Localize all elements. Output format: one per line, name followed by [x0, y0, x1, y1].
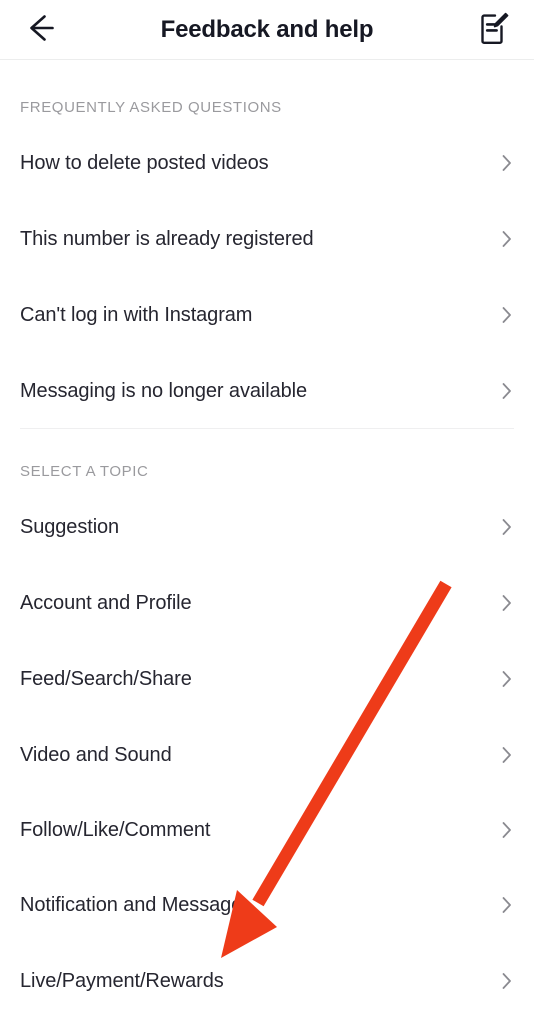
app-header: Feedback and help	[0, 0, 534, 60]
list-item-label: Messaging is no longer available	[20, 380, 307, 402]
compose-form-icon	[478, 11, 510, 50]
list-item-label: Notification and Message	[20, 894, 243, 916]
list-item-notification-and-message[interactable]: Notification and Message	[0, 885, 534, 925]
chevron-right-icon	[500, 517, 514, 537]
chevron-right-icon	[500, 305, 514, 325]
list-item-live-payment-rewards[interactable]: Live/Payment/Rewards	[0, 961, 534, 1001]
list-item-label: Video and Sound	[20, 744, 172, 766]
page-title: Feedback and help	[160, 15, 374, 43]
list-item-suggestion[interactable]: Suggestion	[0, 507, 534, 547]
list-item-follow-like-comment[interactable]: Follow/Like/Comment	[0, 810, 534, 850]
list-item-feed-search-share[interactable]: Feed/Search/Share	[0, 659, 534, 699]
chevron-right-icon	[500, 593, 514, 613]
chevron-right-icon	[500, 669, 514, 689]
section-header-select-a-topic: SELECT A TOPIC	[20, 463, 149, 480]
chevron-right-icon	[500, 229, 514, 249]
chevron-right-icon	[500, 820, 514, 840]
list-item-label: Suggestion	[20, 516, 120, 538]
list-item-label: Feed/Search/Share	[20, 668, 192, 690]
section-divider	[20, 428, 514, 429]
list-item-this-number-is-already-registered[interactable]: This number is already registered	[0, 219, 534, 259]
arrow-left-icon	[23, 11, 57, 50]
compose-feedback-button[interactable]	[464, 0, 524, 60]
list-item-label: How to delete posted videos	[20, 152, 269, 174]
chevron-right-icon	[500, 381, 514, 401]
list-item-label: Can't log in with Instagram	[20, 304, 253, 326]
list-item-label: Live/Payment/Rewards	[20, 970, 224, 992]
list-item-label: Account and Profile	[20, 592, 192, 614]
feedback-and-help-screen: Feedback and help FREQUENTLY ASKED QUEST…	[0, 0, 534, 1024]
list-item-label: Follow/Like/Comment	[20, 819, 211, 841]
section-header-faq: FREQUENTLY ASKED QUESTIONS	[20, 99, 282, 116]
chevron-right-icon	[500, 895, 514, 915]
list-item-video-and-sound[interactable]: Video and Sound	[0, 735, 534, 775]
list-item-account-and-profile[interactable]: Account and Profile	[0, 583, 534, 623]
list-item-how-to-delete-posted-videos[interactable]: How to delete posted videos	[0, 143, 534, 183]
list-item-label: This number is already registered	[20, 228, 314, 250]
back-button[interactable]	[8, 0, 72, 60]
list-item-cant-log-in-with-instagram[interactable]: Can't log in with Instagram	[0, 295, 534, 335]
chevron-right-icon	[500, 745, 514, 765]
list-item-messaging-is-no-longer-available[interactable]: Messaging is no longer available	[0, 371, 534, 411]
chevron-right-icon	[500, 971, 514, 991]
chevron-right-icon	[500, 153, 514, 173]
